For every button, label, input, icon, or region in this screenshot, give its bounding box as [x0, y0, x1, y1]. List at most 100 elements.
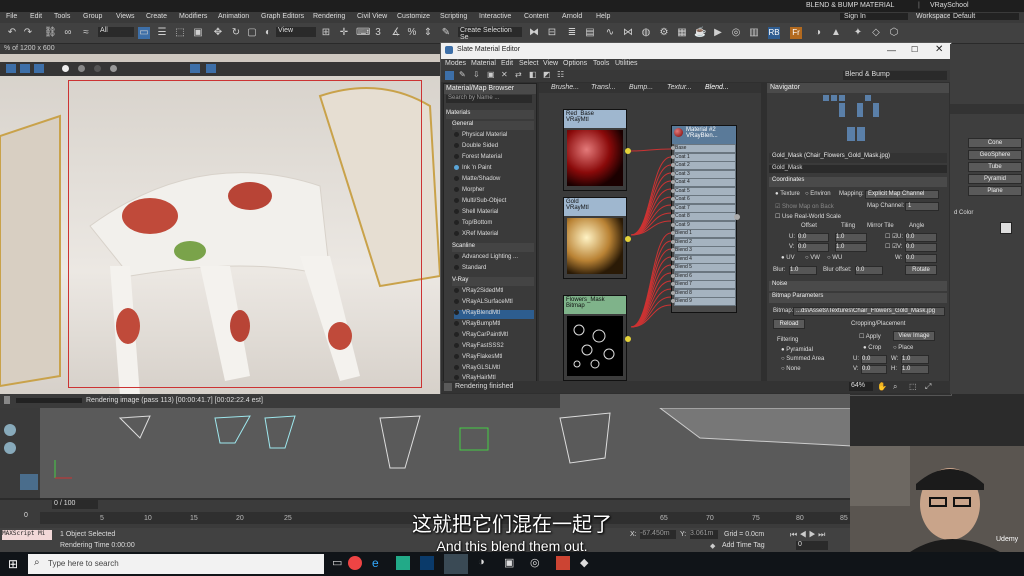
task-view-icon[interactable]: ▭	[332, 556, 342, 569]
input-socket[interactable]	[671, 282, 675, 286]
mirror-icon[interactable]: ⧓	[528, 27, 540, 39]
curve-editor-icon[interactable]: ∿	[604, 27, 616, 39]
blend-slot[interactable]: Blend 9	[671, 297, 736, 306]
tab-bump[interactable]: Bump...	[629, 84, 653, 91]
view-select[interactable]: Blend & Bump	[843, 71, 947, 80]
bind-icon[interactable]: ≈	[80, 27, 92, 39]
spinner-snap-icon[interactable]: ⇕	[422, 27, 434, 39]
sme-show-map-icon[interactable]: ◩	[543, 70, 551, 79]
menu-views[interactable]: Views	[116, 13, 135, 20]
input-socket[interactable]	[671, 197, 675, 201]
app-icon[interactable]: ◎	[530, 556, 540, 569]
scale-icon[interactable]: ▢	[246, 27, 258, 39]
3dsmax-taskbar-icon[interactable]	[444, 554, 468, 574]
taskbar-search[interactable]: ⌕ Type here to search	[28, 554, 324, 574]
real-world-checkbox[interactable]: ☐ Use Real-World Scale	[775, 213, 841, 220]
reference-coord-select[interactable]: View	[276, 27, 316, 37]
input-socket[interactable]	[671, 188, 675, 193]
channel-blue-icon[interactable]	[34, 64, 44, 73]
menu-create[interactable]: Create	[146, 13, 167, 20]
sme-menu-material[interactable]: Material	[471, 60, 496, 67]
browser-item[interactable]: Forest Material	[454, 154, 534, 163]
output-socket[interactable]	[734, 214, 740, 220]
sme-menu-options[interactable]: Options	[563, 60, 587, 67]
menu-scripting[interactable]: Scripting	[440, 13, 467, 20]
input-socket[interactable]	[671, 180, 675, 184]
track-mouse-icon[interactable]	[206, 64, 216, 73]
u-mirror-checkbox[interactable]: ☐ ☑	[885, 233, 897, 240]
mapping-select[interactable]: Explicit Map Channel	[865, 190, 939, 199]
sme-delete-icon[interactable]: ✕	[501, 70, 508, 79]
menu-edit[interactable]: Edit	[30, 13, 42, 20]
navigator-preview[interactable]	[817, 93, 897, 149]
uv-radio[interactable]: ● UV	[781, 255, 795, 261]
ribbon-icon[interactable]: ▤	[584, 27, 596, 39]
mono-icon[interactable]	[78, 65, 85, 72]
render-setup-icon[interactable]: ⚙	[658, 27, 670, 39]
summed-area-radio[interactable]: ○ Summed Area	[781, 356, 824, 362]
view-image-button[interactable]: View Image	[893, 331, 935, 341]
sme-menu-view[interactable]: View	[543, 60, 558, 67]
alpha-icon[interactable]	[62, 65, 69, 72]
rollout-coordinates[interactable]: Coordinates	[769, 177, 947, 187]
geosphere-button[interactable]: GeoSphere	[968, 150, 1022, 160]
keyboard-shortcut-icon[interactable]: ⌨	[356, 27, 370, 39]
show-map-on-back-checkbox[interactable]: ☑ Show Map on Back	[775, 203, 834, 210]
menu-civil-view[interactable]: Civil View	[357, 13, 387, 20]
channel-red-icon[interactable]	[6, 64, 16, 73]
photoshop-icon[interactable]	[420, 556, 434, 570]
sme-layout-icon[interactable]: ☷	[557, 70, 564, 79]
blur-offset-field[interactable]: 0.0	[855, 266, 883, 275]
pan-icon[interactable]: ✋	[877, 382, 887, 391]
select-object-icon[interactable]: ▭	[138, 27, 150, 39]
browser-item[interactable]: VRayFlakesMtl	[454, 354, 534, 363]
rollout-noise[interactable]: Noise	[769, 281, 947, 291]
cone-button[interactable]: Cone	[968, 138, 1022, 148]
section-vray[interactable]: V-Ray	[452, 277, 534, 286]
blur-field[interactable]: 1.0	[789, 266, 817, 275]
menu-graph-editors[interactable]: Graph Editors	[261, 13, 304, 20]
close-icon[interactable]: ✕	[935, 44, 943, 55]
menu-modifiers[interactable]: Modifiers	[179, 13, 207, 20]
section-materials[interactable]: Materials	[446, 110, 534, 119]
v-mirror-checkbox[interactable]: ☐ ☑	[885, 243, 897, 250]
sign-in-button[interactable]: Sign In	[840, 13, 908, 20]
sme-menu-modes[interactable]: Modes	[445, 60, 466, 67]
angle-snap-icon[interactable]: ∡	[390, 27, 402, 39]
browser-item[interactable]: Double Sided	[454, 143, 534, 152]
select-manipulate-icon[interactable]: ✛	[338, 27, 350, 39]
input-socket[interactable]	[671, 214, 675, 218]
tab-blend[interactable]: Blend...	[705, 84, 729, 91]
channel-green-icon[interactable]	[20, 64, 30, 73]
menu-interactive[interactable]: Interactive	[479, 13, 511, 20]
tool-a-icon[interactable]: ◑	[812, 27, 824, 39]
node-flowers-mask[interactable]: Flowers_Mask Bitmap	[563, 295, 631, 381]
align-icon[interactable]: ⊟	[546, 27, 558, 39]
move-icon[interactable]: ✥	[212, 27, 224, 39]
input-socket[interactable]	[671, 256, 675, 261]
fr-icon[interactable]: Fr	[790, 27, 802, 39]
crop-u-field[interactable]: 0.0	[861, 355, 887, 364]
tab-translucency[interactable]: Transl...	[591, 84, 616, 91]
pyramidal-radio[interactable]: ● Pyramidal	[781, 347, 813, 353]
input-socket[interactable]	[671, 239, 675, 244]
zoom-region-icon[interactable]: ⬚	[909, 382, 917, 391]
browser-search-input[interactable]: Search by Name ...	[446, 95, 532, 103]
menu-file[interactable]: File	[6, 13, 17, 20]
app-icon[interactable]: ◑	[478, 556, 485, 568]
u-angle-field[interactable]: 0.0	[905, 233, 937, 242]
browser-item[interactable]: VRayBumpMtl	[454, 321, 534, 330]
menu-tools[interactable]: Tools	[54, 13, 70, 20]
output-socket[interactable]	[625, 148, 631, 154]
menu-group[interactable]: Group	[83, 13, 102, 20]
browser-item[interactable]: Matte/Shadow	[454, 176, 534, 185]
place-radio[interactable]: ○ Place	[893, 345, 913, 351]
menu-rendering[interactable]: Rendering	[313, 13, 345, 20]
tool-b-icon[interactable]: ▲	[830, 27, 842, 39]
browser-item[interactable]: Ink 'n Paint	[454, 165, 534, 174]
w-angle-field[interactable]: 0.0	[905, 254, 937, 263]
input-socket[interactable]	[671, 154, 675, 159]
browser-item[interactable]: VRayGLSLMtl	[454, 365, 534, 374]
section-scanline[interactable]: Scanline	[452, 243, 534, 252]
crop-v-field[interactable]: 0.0	[861, 365, 887, 374]
